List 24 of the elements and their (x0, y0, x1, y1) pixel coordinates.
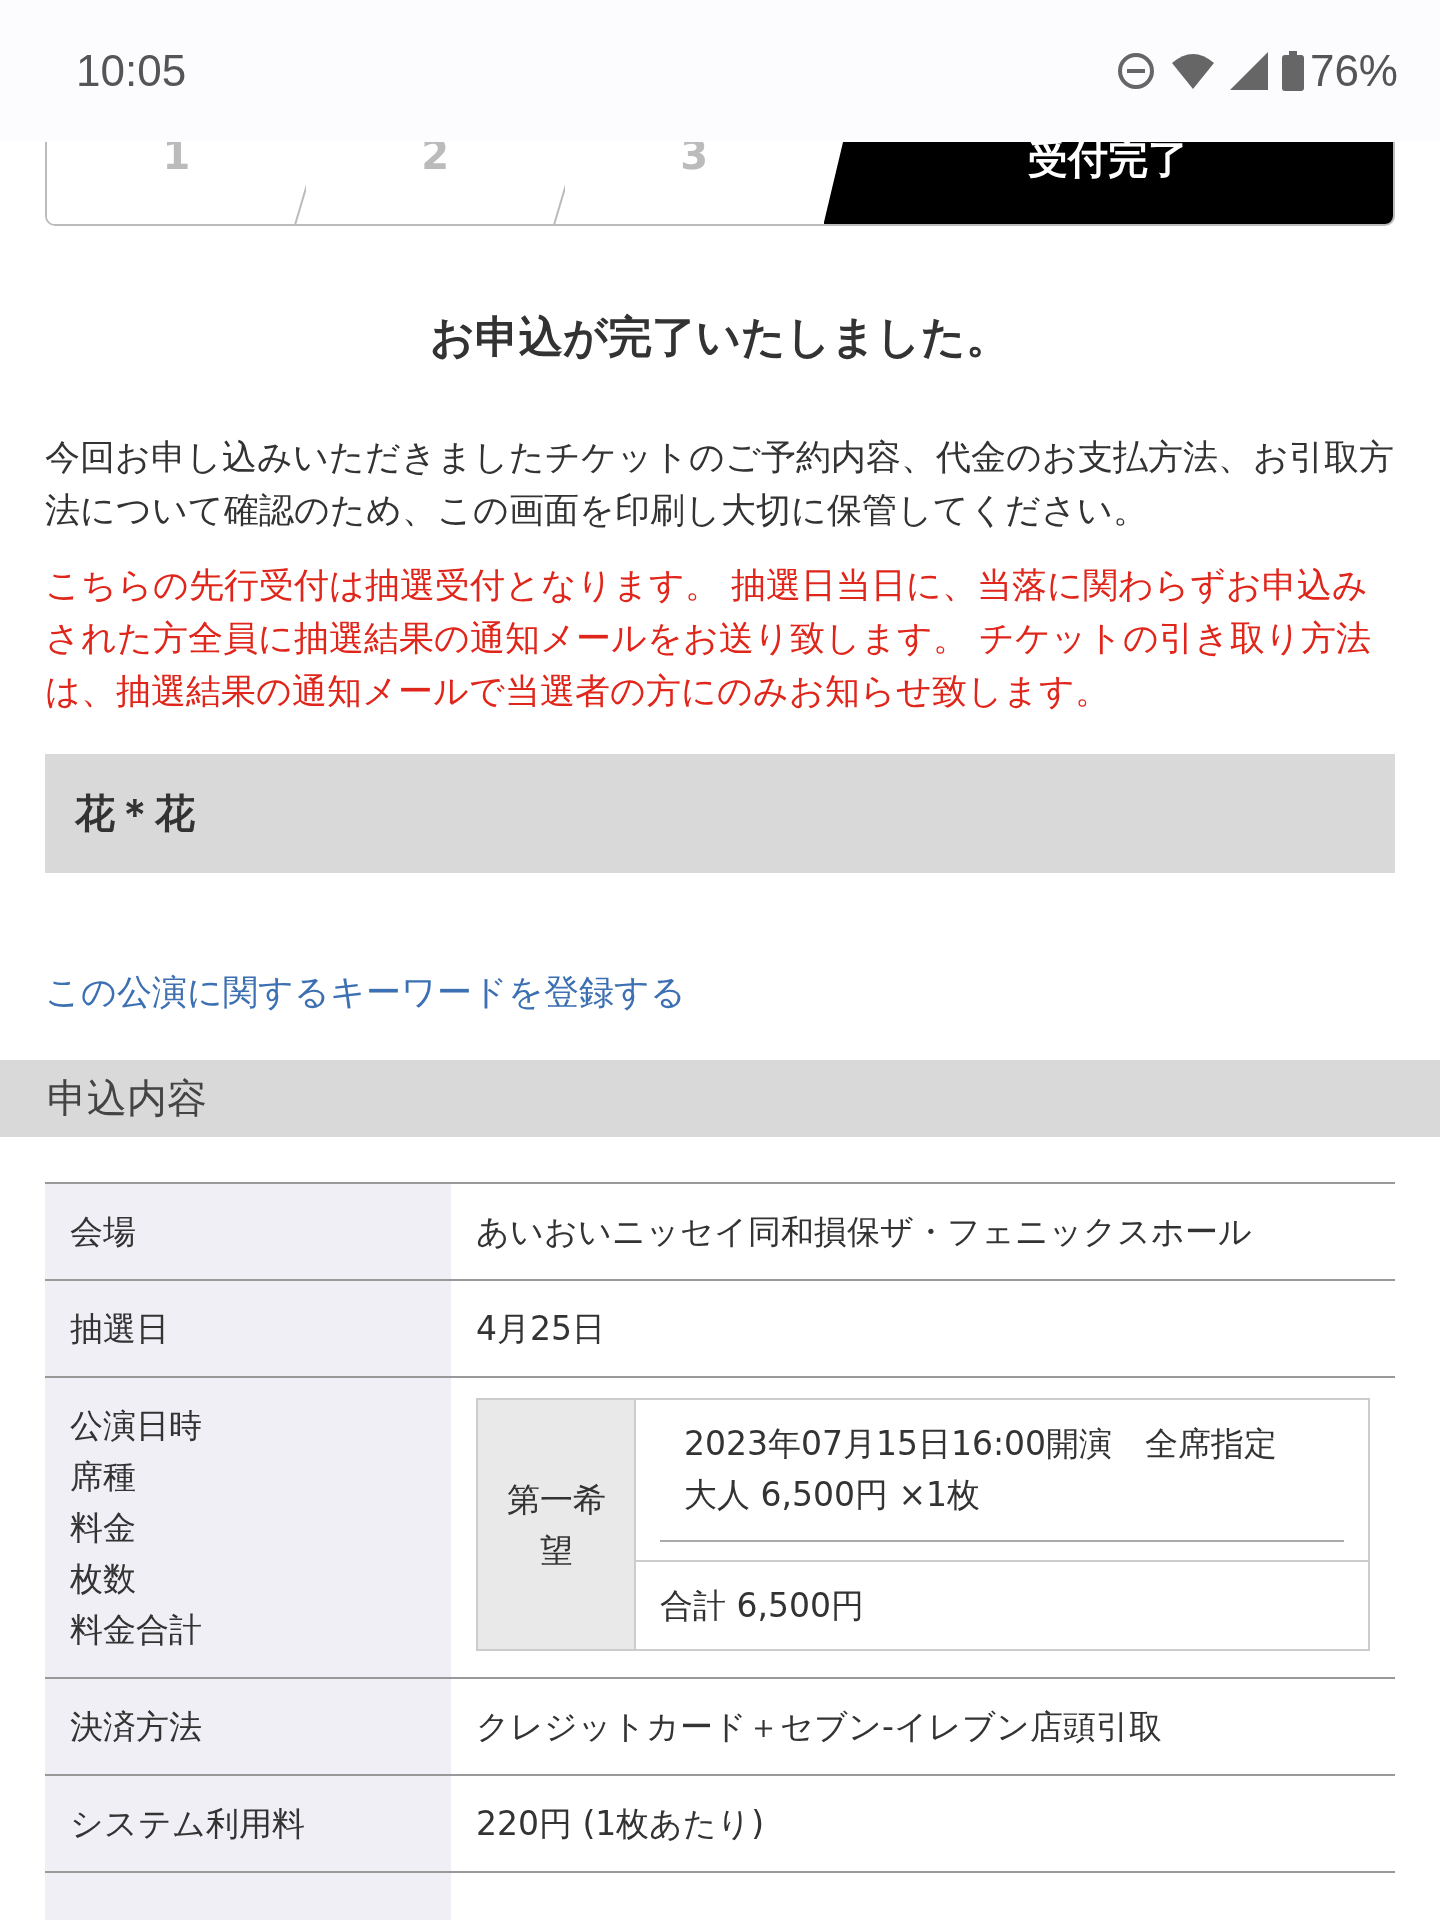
keyword-link[interactable]: この公演に関するキーワードを登録する (45, 969, 686, 1016)
notice-text: こちらの先行受付は抽選受付となります。 抽選日当日に、当落に関わらずお申込みされた方全員に抽選結果の通知メールをお送り致します。 チケットの引き取り方法は、抽選結果の通知メールで当選者の方にのみお知らせ致します。 (45, 564, 1372, 713)
page-title: お申込が完了いたしました。 (429, 310, 1011, 364)
label-cell: 公演日時 席種 料金 枚数 料金合計 (45, 1378, 451, 1677)
wifi-icon (1169, 51, 1216, 91)
performance-details: 2023年07月15日16:00開演 全席指定 大人 6,500円 ×1枚 (660, 1400, 1344, 1542)
label-cell: 抽選日 (45, 1281, 451, 1376)
value-cell-text: クレジットカード＋セブン-イレブン店頭引取 (475, 1706, 1163, 1748)
performer-heading: 花＊花 (45, 754, 1395, 873)
total-price: 合計 6,500円 (636, 1560, 1368, 1649)
signal-icon (1229, 52, 1268, 90)
intro-text: 今回お申し込みいただきましたチケットのご予約内容、代金のお支払方法、お引取方法について確認のため、この画面を印刷し大切に保管してください。 (45, 436, 1395, 532)
label-cell: 会場 (45, 1184, 451, 1279)
label-cell: 決済方法 (45, 1679, 451, 1774)
battery-percentage: 76% (1309, 46, 1398, 96)
value-cell-text: 220円 (1枚あたり) (475, 1803, 766, 1845)
do-not-disturb-icon (1115, 51, 1156, 91)
value-cell-text: あいおいニッセイ同和損保ザ・フェニックスホール (475, 1211, 1253, 1253)
value-cell-text: 4月25日 (475, 1308, 606, 1350)
label-cell: システム利用料 (45, 1776, 451, 1871)
section-heading: 申込内容 (0, 1060, 1440, 1137)
battery-icon (1281, 51, 1304, 91)
choice-rank: 第一希望 (478, 1400, 636, 1649)
status-time: 10:05 (76, 46, 188, 96)
